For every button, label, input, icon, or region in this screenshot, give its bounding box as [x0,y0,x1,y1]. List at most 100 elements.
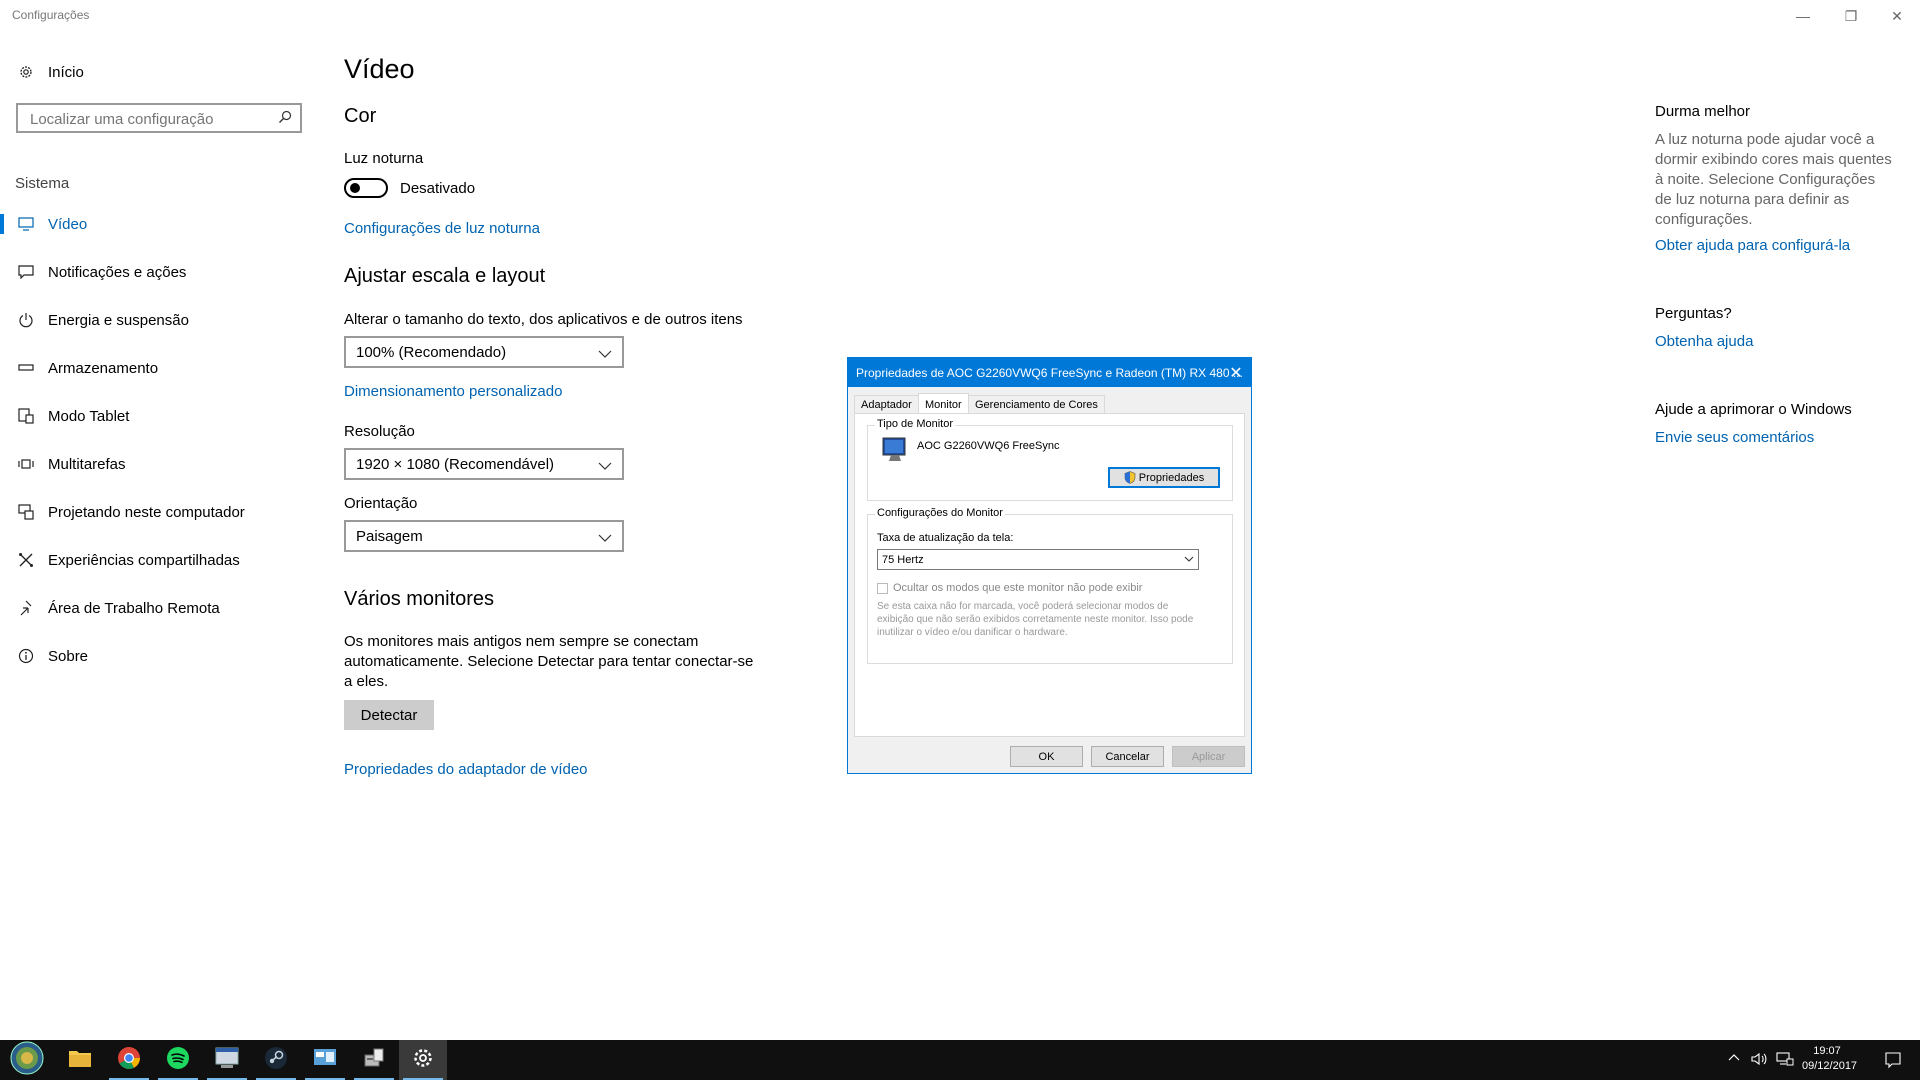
hide-modes-label: Ocultar os modos que este monitor não po… [893,582,1143,594]
sidebar-item-label: Sobre [48,647,89,665]
taskbar-file-explorer[interactable] [56,1040,104,1080]
project-icon [14,504,38,520]
sidebar-item-label: Projetando neste computador [48,503,245,521]
start-orb-icon [10,1041,44,1080]
resolution-value: 1920 × 1080 (Recomendável) [356,455,555,473]
taskbar-app-window[interactable] [203,1040,251,1080]
clock-date: 09/12/2017 [1802,1060,1858,1072]
taskbar-spotify[interactable] [154,1040,202,1080]
resolution-label: Resolução [344,423,415,440]
tablet-icon [14,408,38,424]
sidebar-item-label: Notificações e ações [48,263,187,281]
dialog-title: Propriedades de AOC G2260VWQ6 FreeSync e… [848,358,1251,387]
orientation-dropdown[interactable]: Paisagem [344,520,624,552]
control-panel-icon [313,1047,337,1074]
refresh-rate-label: Taxa de atualização da tela: [877,532,1014,544]
steam-icon [264,1046,288,1075]
monitor-settings-label: Configurações do Monitor [875,507,1005,519]
page-title: Vídeo [344,54,415,84]
device-icon [362,1047,386,1074]
search-input[interactable] [28,106,272,132]
shared-icon [14,552,38,568]
monitor-name: AOC G2260VWQ6 FreeSync [917,440,1060,452]
sleep-help-link[interactable]: Obter ajuda para configurá-la [1655,237,1850,254]
sidebar-home-label: Início [48,63,84,81]
sidebar-item-video[interactable]: Vídeo [0,204,320,244]
settings-gear-icon [412,1047,434,1074]
restore-button[interactable]: ❐ [1828,0,1874,32]
properties-button-label: Propriedades [1138,471,1205,484]
monitor-properties-button[interactable]: Propriedades [1108,467,1220,488]
sidebar-item-storage[interactable]: Armazenamento [0,348,320,388]
minimize-button[interactable]: — [1780,0,1826,32]
hide-modes-note: Se esta caixa não for marcada, você pode… [877,601,1194,638]
monitors-text: Os monitores mais antigos nem sempre se … [344,633,754,690]
scale-dropdown[interactable]: 100% (Recomendado) [344,336,624,368]
sidebar-section-title: Sistema [15,175,70,192]
sidebar-item-shared[interactable]: Experiências compartilhadas [0,540,320,580]
monitor-icon [881,436,909,469]
start-button[interactable] [3,1040,51,1080]
feedback-link[interactable]: Envie seus comentários [1655,429,1814,446]
sidebar-item-notifications[interactable]: Notificações e ações [0,252,320,292]
refresh-rate-select[interactable]: 75 Hertz [877,549,1199,570]
refresh-rate-value: 75 Hertz [882,553,924,566]
questions-heading: Perguntas? [1655,305,1732,322]
remote-icon [14,600,38,616]
tab-adapter[interactable]: Adaptador [854,395,919,415]
color-heading: Cor [344,105,377,127]
sidebar-item-about[interactable]: Sobre [0,636,320,676]
sidebar-item-multitasking[interactable]: Multitarefas [0,444,320,484]
taskbar-settings[interactable] [399,1040,447,1080]
sidebar-item-power[interactable]: Energia e suspensão [0,300,320,340]
search-box[interactable] [16,103,302,133]
sidebar-item-projecting[interactable]: Projetando neste computador [0,492,320,532]
sidebar-item-tablet[interactable]: Modo Tablet [0,396,320,436]
sleep-text: A luz noturna pode ajudar você a dormir … [1655,131,1892,228]
sidebar-home[interactable]: Início [0,52,320,92]
monitor-tab-panel: Tipo de Monitor AOC G2260VWQ6 FreeSync P… [854,413,1245,737]
monitor-type-group [867,425,1233,501]
resolution-dropdown[interactable]: 1920 × 1080 (Recomendável) [344,448,624,480]
tray-expand-icon[interactable] [1728,1052,1740,1065]
monitor-type-label: Tipo de Monitor [875,418,956,430]
scale-label: Alterar o tamanho do texto, dos aplicati… [344,311,743,328]
chevron-down-icon [1184,554,1194,566]
network-icon[interactable] [1776,1051,1794,1070]
night-light-label: Luz noturna [344,150,424,167]
sidebar-item-label: Experiências compartilhadas [48,551,240,569]
night-light-state: Desativado [400,180,476,197]
night-light-toggle[interactable] [344,178,388,198]
taskbar-steam[interactable] [252,1040,300,1080]
tab-monitor[interactable]: Monitor [918,393,969,415]
sidebar-item-label: Armazenamento [48,359,159,377]
tab-color-management[interactable]: Gerenciamento de Cores [968,395,1105,415]
adapter-properties-link[interactable]: Propriedades do adaptador de vídeo [344,761,588,778]
taskbar-chrome[interactable] [105,1040,153,1080]
dialog-close-button[interactable]: ✕ [1221,358,1251,387]
cancel-button[interactable]: Cancelar [1091,746,1164,767]
night-light-settings-link[interactable]: Configurações de luz noturna [344,220,540,237]
orientation-label: Orientação [344,495,418,512]
hide-modes-checkbox[interactable] [877,583,888,594]
sleep-heading: Durma melhor [1655,103,1751,120]
custom-scaling-link[interactable]: Dimensionamento personalizado [344,383,562,400]
detect-button[interactable]: Detectar [344,700,434,730]
sidebar-item-label: Modo Tablet [48,407,130,425]
sidebar-item-label: Energia e suspensão [48,311,189,329]
taskbar-control-panel[interactable] [301,1040,349,1080]
ok-button[interactable]: OK [1010,746,1083,767]
shield-icon [1124,471,1136,484]
action-center-icon[interactable] [1884,1051,1902,1072]
sidebar-item-remote-desktop[interactable]: Área de Trabalho Remota [0,588,320,628]
notification-icon [14,265,38,279]
display-icon [14,217,38,231]
sidebar-item-label: Vídeo [48,215,88,233]
apply-button[interactable]: Aplicar [1172,746,1245,767]
search-icon[interactable] [278,110,292,129]
close-button[interactable]: ✕ [1874,0,1920,32]
taskbar-device-manager[interactable] [350,1040,398,1080]
volume-icon[interactable] [1750,1051,1768,1070]
clock[interactable]: 19:07 09/12/2017 [1802,1044,1858,1074]
get-help-link[interactable]: Obtenha ajuda [1655,333,1753,350]
